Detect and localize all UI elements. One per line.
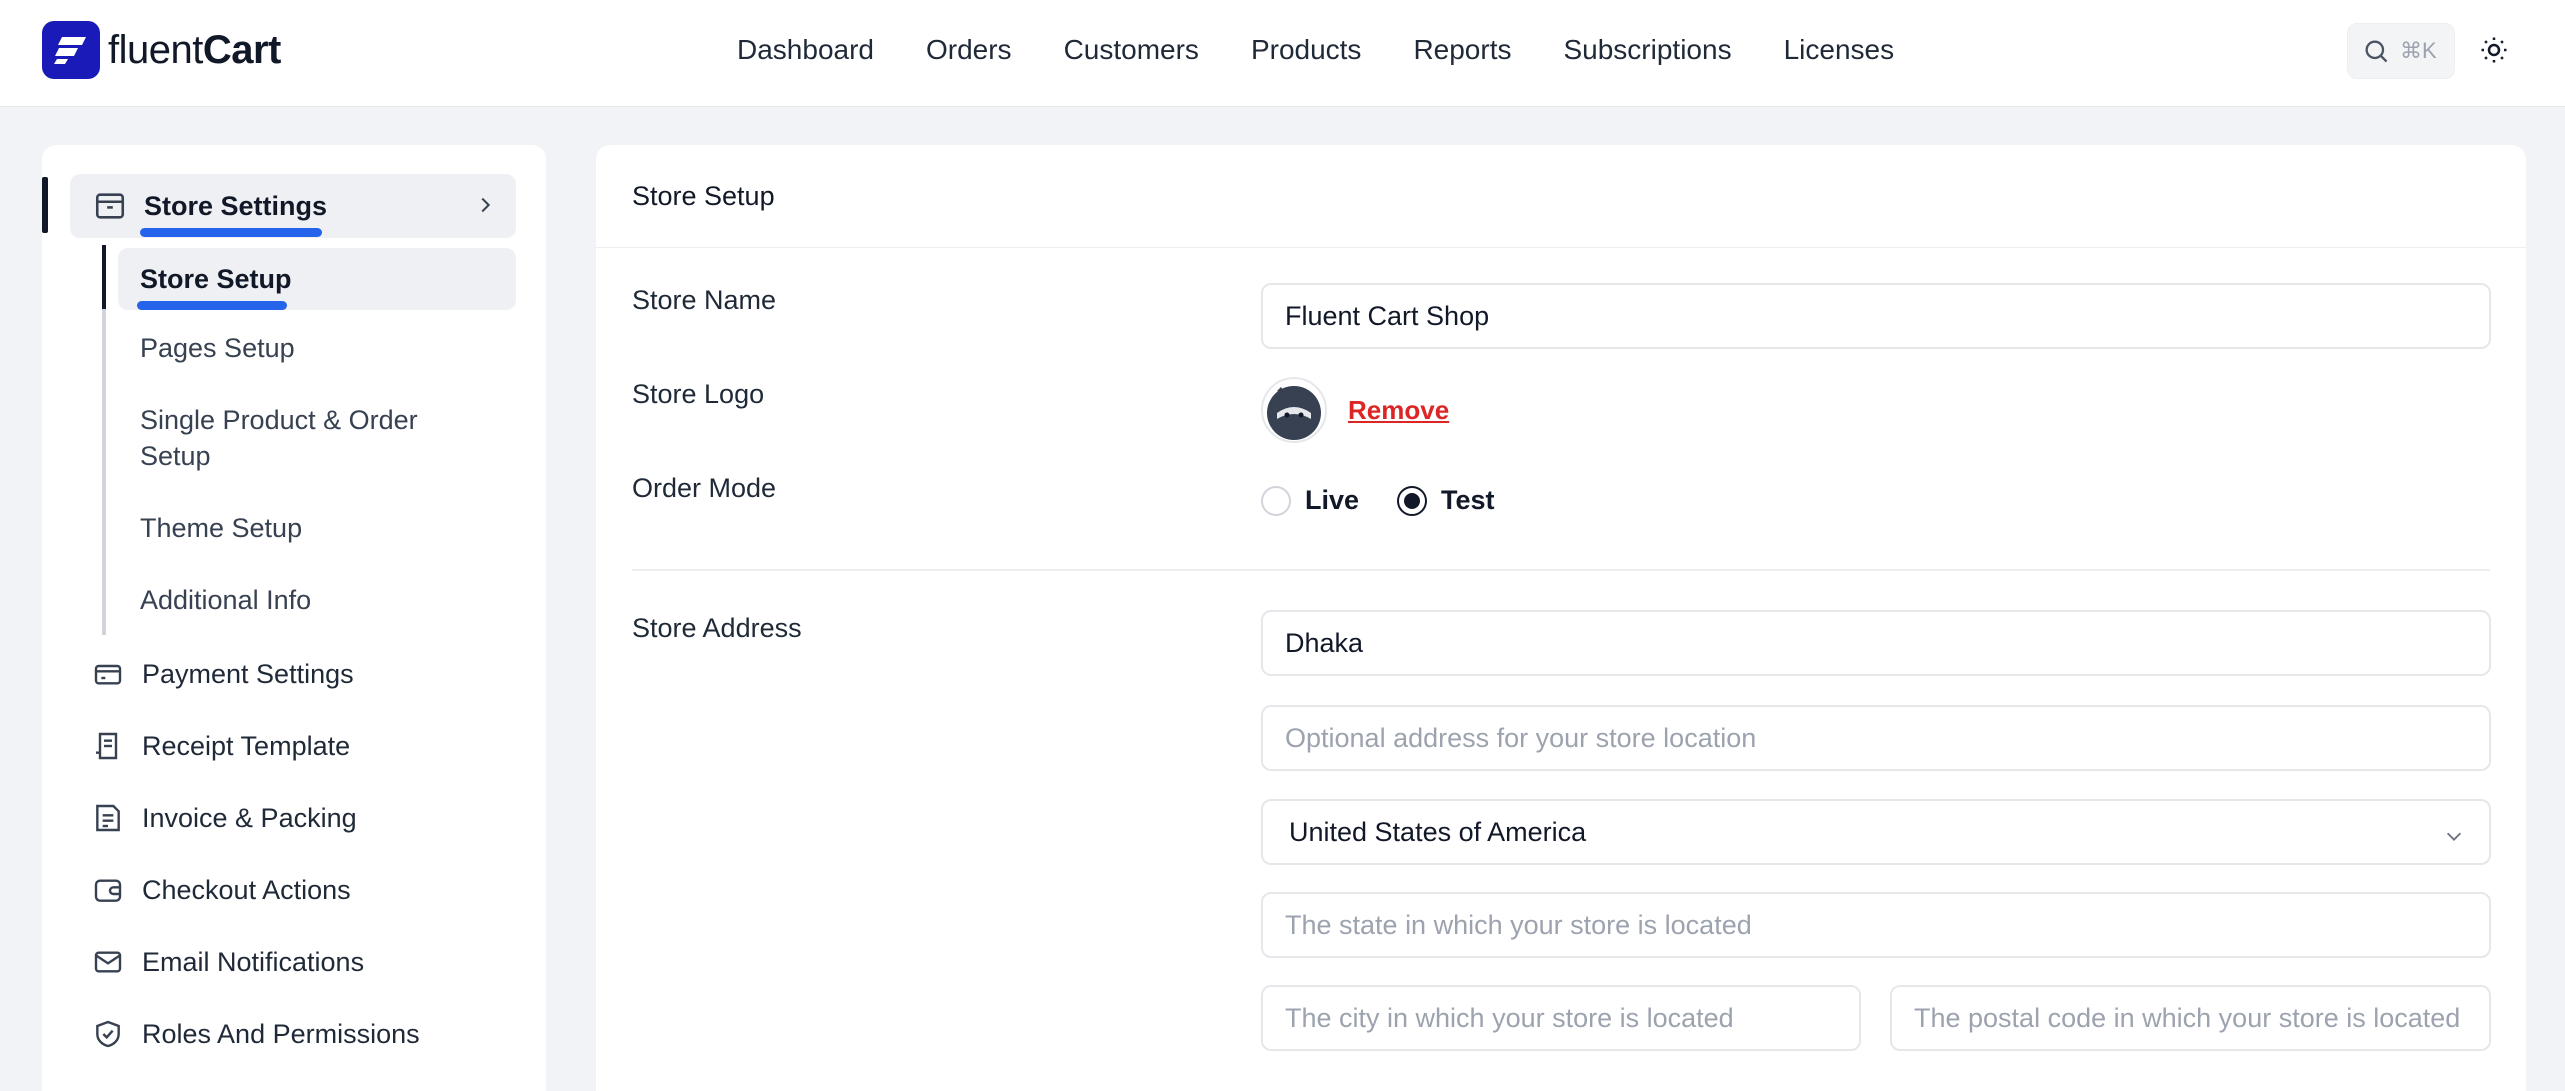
sun-icon xyxy=(2481,37,2507,63)
receipt-icon xyxy=(90,728,126,764)
store-logo-image[interactable] xyxy=(1261,377,1327,443)
sidebar-item-theme-setup[interactable]: Theme Setup xyxy=(118,510,516,546)
sidebar-item-payment-settings[interactable]: Payment Settings xyxy=(90,650,354,698)
store-logo-label: Store Logo xyxy=(632,379,765,409)
highlight-underline xyxy=(140,228,322,237)
sidebar-item-checkout-actions[interactable]: Checkout Actions xyxy=(90,866,351,914)
sidebar-item-label: Single Product & Order Setup xyxy=(140,405,418,471)
page-title: Store Setup xyxy=(632,181,775,211)
order-mode-live-radio[interactable] xyxy=(1261,485,1291,516)
sidebar-item-label: Email Notifications xyxy=(142,946,365,977)
main-nav: Dashboard Orders Customers Products Repo… xyxy=(711,0,1920,100)
fluentcart-logo-icon xyxy=(42,21,100,79)
order-mode-radio-group: Live Test xyxy=(1261,485,1533,516)
city-input[interactable] xyxy=(1261,985,1861,1051)
address-line-1-input[interactable] xyxy=(1261,610,2491,676)
sidebar-item-single-product-order-setup[interactable]: Single Product & Order Setup xyxy=(118,402,448,474)
sidebar-group-label: Store Settings xyxy=(144,190,328,221)
order-mode-live-label[interactable]: Live xyxy=(1305,485,1359,516)
address-line-2-input[interactable] xyxy=(1261,705,2491,771)
nav-reports[interactable]: Reports xyxy=(1387,34,1537,66)
submenu-active-indicator xyxy=(102,245,106,309)
settings-sidebar: Store Settings Store Setup Pages Setup S… xyxy=(42,145,546,1091)
nav-products[interactable]: Products xyxy=(1225,34,1388,66)
nav-dashboard[interactable]: Dashboard xyxy=(711,34,900,66)
nav-licenses[interactable]: Licenses xyxy=(1758,34,1921,66)
sidebar-item-label: Receipt Template xyxy=(142,730,351,761)
postal-code-input[interactable] xyxy=(1890,985,2491,1051)
sidebar-item-label: Payment Settings xyxy=(142,658,354,689)
store-address-label: Store Address xyxy=(632,613,802,643)
sidebar-item-label: Store Setup xyxy=(140,264,292,294)
state-input[interactable] xyxy=(1261,892,2491,958)
nav-orders[interactable]: Orders xyxy=(900,34,1038,66)
active-section-indicator xyxy=(42,177,48,233)
brand-logo[interactable]: fluentCart xyxy=(42,21,281,79)
store-name-label: Store Name xyxy=(632,285,777,315)
sidebar-item-receipt-template[interactable]: Receipt Template xyxy=(90,722,350,770)
sidebar-item-email-notifications[interactable]: Email Notifications xyxy=(90,938,364,986)
archive-box-icon xyxy=(92,188,128,224)
search-shortcut: ⌘K xyxy=(2400,38,2437,63)
brand-name-prefix: fluent xyxy=(108,27,203,72)
chevron-right-icon xyxy=(474,194,496,221)
order-mode-label: Order Mode xyxy=(632,473,777,503)
top-navigation-bar: fluentCart Dashboard Orders Customers Pr… xyxy=(0,0,2565,107)
nav-subscriptions[interactable]: Subscriptions xyxy=(1537,34,1757,66)
brand-name: fluentCart xyxy=(108,28,281,73)
header-divider xyxy=(596,247,2526,248)
search-icon xyxy=(2365,40,2388,63)
store-name-input[interactable] xyxy=(1261,283,2491,349)
remove-logo-link[interactable]: Remove xyxy=(1348,395,1449,426)
sidebar-item-label: Pages Setup xyxy=(140,333,295,363)
sidebar-item-additional-info[interactable]: Additional Info xyxy=(118,582,516,618)
order-mode-test-label[interactable]: Test xyxy=(1441,485,1495,516)
shield-check-icon xyxy=(90,1016,126,1052)
sidebar-item-invoice-packing[interactable]: Invoice & Packing xyxy=(90,794,357,842)
country-select-value: United States of America xyxy=(1289,816,1587,847)
theme-toggle-button[interactable] xyxy=(2474,30,2514,70)
credit-card-icon xyxy=(90,656,126,692)
sidebar-item-roles-permissions[interactable]: Roles And Permissions xyxy=(90,1010,420,1058)
section-divider xyxy=(632,569,2490,571)
envelope-icon xyxy=(90,944,126,980)
country-select[interactable]: United States of America xyxy=(1261,799,2491,865)
sidebar-item-label: Additional Info xyxy=(140,585,312,615)
store-setup-panel: Store Setup Store Name Store Logo Remove… xyxy=(596,145,2526,1091)
highlight-underline xyxy=(137,301,287,310)
sidebar-item-label: Theme Setup xyxy=(140,513,303,543)
sidebar-item-label: Roles And Permissions xyxy=(142,1018,420,1049)
search-button[interactable]: ⌘K xyxy=(2347,23,2455,79)
nav-customers[interactable]: Customers xyxy=(1038,34,1225,66)
chevron-down-icon xyxy=(2443,823,2465,854)
sidebar-item-label: Invoice & Packing xyxy=(142,802,357,833)
sidebar-item-pages-setup[interactable]: Pages Setup xyxy=(118,330,516,366)
order-mode-test-radio[interactable] xyxy=(1397,485,1428,516)
sidebar-item-label: Checkout Actions xyxy=(142,874,351,905)
invoice-icon xyxy=(90,800,126,836)
wallet-icon xyxy=(90,872,126,908)
brand-name-suffix: Cart xyxy=(202,27,282,72)
